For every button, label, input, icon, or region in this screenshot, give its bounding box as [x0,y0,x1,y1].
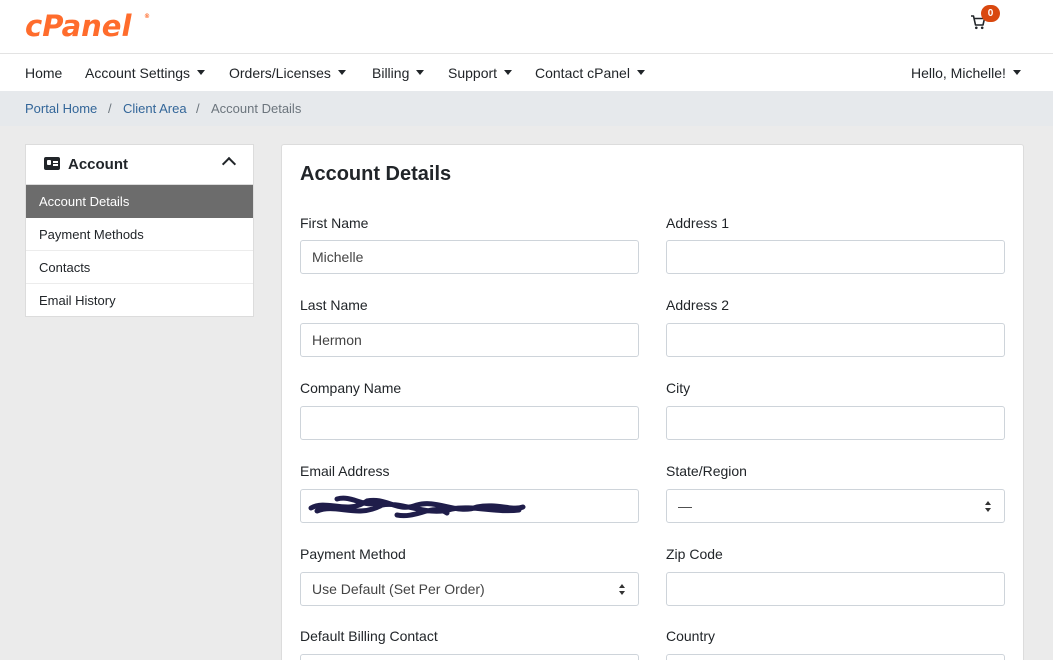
caret-down-icon [1012,70,1021,75]
chevron-up-icon[interactable] [221,156,237,172]
state-region-select[interactable]: — [666,489,1005,523]
sidebar-item-payment-methods[interactable]: Payment Methods [26,218,253,251]
sidebar-title: Account [68,156,128,173]
nav-contact-cpanel-label: Contact cPanel [535,65,630,81]
nav-contact-cpanel[interactable]: Contact cPanel [535,65,645,81]
sidebar-item-account-details[interactable]: Account Details [26,185,253,218]
nav-orders-licenses[interactable]: Orders/Licenses [229,65,346,81]
address1-label: Address 1 [666,215,730,231]
user-menu[interactable]: Hello, Michelle! [911,65,1021,81]
nav-billing-label: Billing [372,65,410,81]
nav-account-settings-label: Account Settings [85,65,191,81]
payment-method-label: Payment Method [300,546,406,562]
breadcrumb-separator: / [196,101,200,116]
email-address-input[interactable] [300,489,639,523]
first-name-input[interactable]: Michelle [300,240,639,274]
account-details-panel: Account Details First Name Michelle Last… [281,144,1024,660]
state-region-value: — [678,498,692,514]
top-header: cPanel ® 0 [0,0,1053,54]
svg-text:®: ® [144,13,150,20]
email-address-label: Email Address [300,463,390,479]
nav-support-label: Support [448,65,498,81]
nav-home-label: Home [25,65,63,81]
first-name-label: First Name [300,215,369,231]
nav-billing[interactable]: Billing [372,65,425,81]
breadcrumb-portal-home[interactable]: Portal Home [25,101,97,116]
country-select[interactable] [666,654,1005,660]
cpanel-logo[interactable]: cPanel ® [25,6,155,46]
caret-down-icon [636,70,645,75]
page-title: Account Details [300,163,452,185]
address-card-icon [44,157,60,170]
breadcrumb-current: Account Details [211,101,302,116]
caret-down-icon [337,70,346,75]
address1-input[interactable] [666,240,1005,274]
user-greeting: Hello, Michelle! [911,65,1006,81]
default-billing-contact-select[interactable] [300,654,639,660]
caret-down-icon [416,70,425,75]
payment-method-select[interactable]: Use Default (Set Per Order) [300,572,639,606]
sidebar-item-email-history[interactable]: Email History [26,284,253,317]
svg-text:cPanel: cPanel [25,9,132,43]
country-label: Country [666,628,716,644]
sidebar-item-contacts[interactable]: Contacts [26,251,253,284]
main-navbar: Home Account Settings Orders/Licenses Bi… [0,54,1053,91]
zip-code-label: Zip Code [666,546,723,562]
nav-account-settings[interactable]: Account Settings [85,65,206,81]
address2-input[interactable] [666,323,1005,357]
sidebar-header[interactable]: Account [26,145,253,185]
city-input[interactable] [666,406,1005,440]
caret-down-icon [197,70,206,75]
state-region-label: State/Region [666,463,747,479]
select-arrows-icon [619,584,626,595]
company-name-label: Company Name [300,380,402,396]
company-name-input[interactable] [300,406,639,440]
default-billing-contact-label: Default Billing Contact [300,628,438,644]
breadcrumb-separator: / [108,101,112,116]
last-name-input[interactable]: Hermon [300,323,639,357]
cart-count-badge: 0 [981,5,1000,22]
nav-support[interactable]: Support [448,65,513,81]
breadcrumb: Portal Home / Client Area / Account Deta… [0,91,1053,126]
nav-orders-licenses-label: Orders/Licenses [229,65,331,81]
nav-home[interactable]: Home [25,65,62,81]
account-sidebar: Account Account Details Payment Methods … [25,144,254,317]
zip-code-input[interactable] [666,572,1005,606]
select-arrows-icon [985,501,992,512]
city-label: City [666,380,691,396]
caret-down-icon [504,70,513,75]
address2-label: Address 2 [666,297,730,313]
last-name-label: Last Name [300,297,368,313]
breadcrumb-client-area[interactable]: Client Area [123,101,187,116]
payment-method-value: Use Default (Set Per Order) [312,581,485,597]
redaction-scribble [308,495,526,519]
